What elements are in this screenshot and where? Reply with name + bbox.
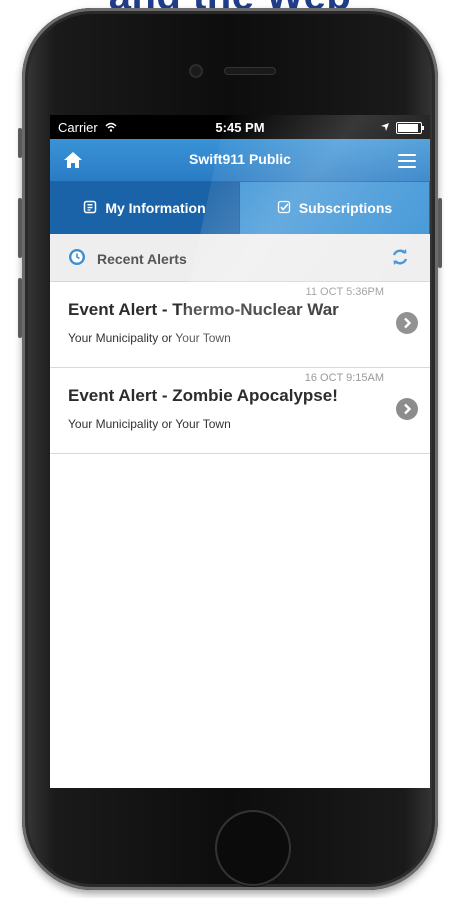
clock-time: 5:45 PM — [215, 120, 265, 135]
alert-title: Event Alert - Zombie Apocalypse! — [68, 386, 338, 405]
alert-row[interactable]: 11 OCT 5:36PM Event Alert - Thermo-Nucle… — [50, 282, 430, 368]
checkbox-icon — [277, 200, 291, 217]
id-card-icon — [83, 200, 97, 217]
alert-row[interactable]: 16 OCT 9:15AM Event Alert - Zombie Apoca… — [50, 368, 430, 454]
alert-location: Your Municipality or Your Town — [68, 417, 231, 431]
status-bar: Carrier 5:45 PM — [50, 115, 430, 139]
tab-label: My Information — [105, 200, 206, 216]
status-right — [380, 120, 424, 135]
front-camera — [191, 66, 201, 76]
tab-label: Subscriptions — [298, 200, 393, 216]
home-button[interactable] — [215, 810, 291, 886]
tab-bar: My Information Subscriptions — [50, 182, 430, 234]
clock-icon — [68, 248, 86, 266]
chevron-right-icon[interactable] — [396, 398, 418, 420]
hamburger-menu-icon[interactable] — [398, 154, 416, 168]
volume-up-button — [18, 198, 22, 258]
refresh-icon[interactable] — [390, 247, 410, 267]
battery-icon — [396, 121, 424, 134]
section-title: Recent Alerts — [97, 251, 187, 267]
alert-title: Event Alert - Thermo-Nuclear War — [68, 300, 339, 319]
chevron-right-icon[interactable] — [396, 312, 418, 334]
location-arrow-icon — [380, 120, 390, 135]
volume-down-button — [18, 278, 22, 338]
alert-location: Your Municipality or Your Town — [68, 331, 231, 345]
navigation-bar: Swift911 Public — [50, 139, 430, 182]
alert-date: 11 OCT 5:36PM — [305, 286, 384, 298]
power-button — [438, 198, 442, 268]
recent-alerts-header: Recent Alerts — [50, 234, 430, 282]
alert-date: 16 OCT 9:15AM — [304, 372, 384, 384]
tab-subscriptions[interactable]: Subscriptions — [240, 182, 430, 234]
tab-my-information[interactable]: My Information — [50, 182, 240, 234]
app-screen: Carrier 5:45 PM Swift911 Public My Infor… — [50, 115, 430, 788]
mute-switch — [18, 128, 22, 158]
earpiece-speaker — [225, 68, 275, 74]
app-title: Swift911 Public — [189, 151, 291, 167]
